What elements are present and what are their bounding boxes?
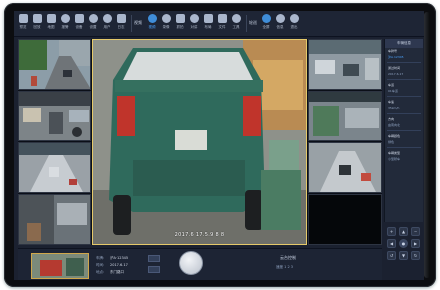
toolbar-preview-button[interactable]: 预览 <box>17 13 29 35</box>
settings-icon <box>88 14 98 23</box>
panel-field-value: 绿色 <box>388 140 395 144</box>
panel-title: 车辆信息 <box>385 39 423 48</box>
ptz-left-button[interactable]: ◀ <box>387 239 396 248</box>
toolbar-group-label: 视频 <box>134 20 142 25</box>
device-icon <box>74 14 84 23</box>
fullscreen-icon <box>261 14 271 23</box>
toolbar-map-button[interactable]: 地图 <box>45 13 57 35</box>
camera-tile-shop[interactable] <box>308 91 382 141</box>
camera-tile-crossing[interactable] <box>18 142 91 193</box>
vehicle-info-panel: 车辆信息 车牌号 沪A·12345 通过时间 2017.6.17 车道 01车道 车速 35k… <box>384 39 423 222</box>
panel-field-value: 沪A·12345 <box>388 55 404 59</box>
toolbar-record-button[interactable]: 录像 <box>160 13 172 35</box>
toolbar-separator <box>131 15 132 32</box>
video-wall: 2017.6 17.5.9 8 8 <box>18 39 382 245</box>
panel-divider <box>387 96 421 97</box>
panel-field-value: 2017.6.17 <box>388 72 404 76</box>
alarm-icon <box>60 14 70 23</box>
ptz-down-button[interactable]: ▼ <box>399 251 408 260</box>
folder-icon <box>217 14 227 23</box>
speed-knob[interactable] <box>179 251 203 275</box>
capture-button[interactable] <box>148 255 160 262</box>
toolbar-tools-button[interactable]: 工具 <box>230 13 242 35</box>
ptz-zoom-in-button[interactable]: + <box>387 227 396 236</box>
info-labels: 车牌: 时间: 地点: <box>96 256 105 274</box>
panel-divider <box>387 113 421 114</box>
snapshot-thumbnail[interactable] <box>31 253 89 279</box>
camera-tile-road[interactable] <box>308 142 382 193</box>
ptz-control-pad: + ▲ − ◀ ● ▶ ↺ ▼ ↻ <box>385 225 421 277</box>
info-values: 沪A·12345 2017.6.17 东门路口 <box>110 256 129 274</box>
export-button[interactable] <box>148 266 160 273</box>
panel-field-value: 由南向北 <box>388 123 401 127</box>
monitor-screen: 预览 回放 地图 报警 设备 设置 用户 日志 视频 视频 录像 抓拍 对讲 布… <box>14 11 424 280</box>
camera-tile-market[interactable] <box>18 91 91 141</box>
camera-tile-parking[interactable] <box>308 39 382 90</box>
talk-icon <box>189 14 199 23</box>
device-side-edge <box>424 12 430 278</box>
ptz-up-button[interactable]: ▲ <box>399 227 408 236</box>
toolbar-folder-button[interactable]: 文件 <box>216 13 228 35</box>
ptz-zoom-out-button[interactable]: − <box>411 227 420 236</box>
main-camera-view[interactable]: 2017.6 17.5.9 8 8 <box>92 39 307 245</box>
panel-divider <box>387 147 421 148</box>
ptz-title: 云台控制 <box>280 255 296 260</box>
bottom-control-bar: 车牌: 时间: 地点: 沪A·12345 2017.6.17 东门路口 云台控制… <box>18 248 382 280</box>
toolbar-snapshot-button[interactable]: 抓拍 <box>174 13 186 35</box>
toolbar-exit-button[interactable]: 退出 <box>288 13 300 35</box>
record-icon <box>161 14 171 23</box>
panel-divider <box>387 62 421 63</box>
top-toolbar: 预览 回放 地图 报警 设备 设置 用户 日志 视频 视频 录像 抓拍 对讲 布… <box>14 11 424 37</box>
log-icon <box>116 14 126 23</box>
main-camera-timestamp: 2017.6 17.5.9 8 8 <box>174 232 225 238</box>
ptz-speed-label: 速度 1 2 3 <box>276 265 294 269</box>
toolbar-separator <box>246 15 247 32</box>
panel-divider <box>387 130 421 131</box>
toolbar-log-button[interactable]: 日志 <box>115 13 127 35</box>
playback-icon <box>32 14 42 23</box>
ptz-rotate-right-button[interactable]: ↻ <box>411 251 420 260</box>
ptz-right-button[interactable]: ▶ <box>411 239 420 248</box>
tools-icon <box>231 14 241 23</box>
panel-divider <box>387 79 421 80</box>
camera-tile-gate[interactable] <box>18 194 91 245</box>
preview-icon <box>18 14 28 23</box>
toolbar-settings-button[interactable]: 设置 <box>87 13 99 35</box>
toolbar-user-button[interactable]: 用户 <box>101 13 113 35</box>
toolbar-layout-button[interactable]: 布局 <box>202 13 214 35</box>
toolbar-alarm-button[interactable]: 报警 <box>59 13 71 35</box>
panel-field-value: 小型轿车 <box>388 157 401 161</box>
ptz-center-button[interactable]: ● <box>399 239 408 248</box>
toolbar-talk-button[interactable]: 对讲 <box>188 13 200 35</box>
panel-field-value: 35km/h <box>388 106 400 110</box>
toolbar-device-button[interactable]: 设备 <box>73 13 85 35</box>
toolbar-info-button[interactable]: 信息 <box>274 13 286 35</box>
toolbar-camera-button[interactable]: 视频 <box>146 13 158 35</box>
camera-tile-empty[interactable] <box>308 194 382 245</box>
panel-field-value: 01车道 <box>388 89 398 93</box>
toolbar-fullscreen-button[interactable]: 全屏 <box>260 13 272 35</box>
ptz-rotate-left-button[interactable]: ↺ <box>387 251 396 260</box>
exit-icon <box>289 14 299 23</box>
map-icon <box>46 14 56 23</box>
user-icon <box>102 14 112 23</box>
toolbar-group-label: 轮巡 <box>249 20 257 25</box>
info-icon <box>275 14 285 23</box>
toolbar-playback-button[interactable]: 回放 <box>31 13 43 35</box>
camera-icon <box>147 14 157 23</box>
camera-tile-street[interactable] <box>18 39 91 90</box>
layout-icon <box>203 14 213 23</box>
snapshot-icon <box>175 14 185 23</box>
